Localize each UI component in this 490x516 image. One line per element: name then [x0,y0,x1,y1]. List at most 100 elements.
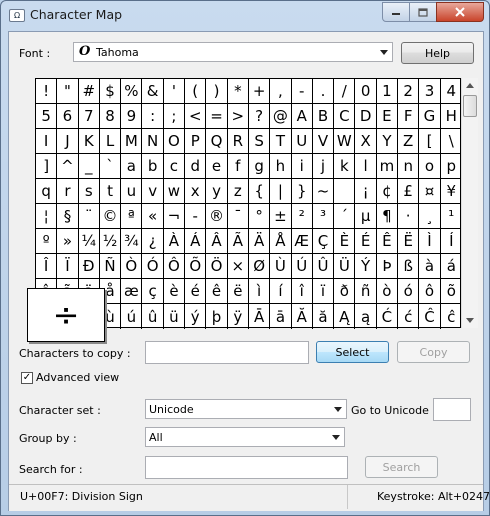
char-cell[interactable]: ă [313,304,335,329]
char-cell[interactable]: Á [185,229,207,254]
char-cell[interactable]: « [142,204,164,229]
char-cell[interactable]: Ê [376,229,399,254]
char-cell[interactable]: : [142,104,164,129]
char-cell[interactable]: U [291,129,313,154]
char-cell[interactable]: á [440,254,462,279]
char-cell[interactable]: ¸ [419,204,441,229]
char-cell[interactable]: Ć [377,304,399,329]
char-cell[interactable]: q [36,179,58,204]
char-cell[interactable]: ¬ [163,204,186,229]
char-cell[interactable]: K [78,129,100,154]
char-cell[interactable]: e [206,154,228,179]
char-cell[interactable]: [ [419,129,441,154]
char-cell[interactable]: ª [121,204,143,229]
characters-to-copy-input[interactable] [145,341,309,364]
char-cell[interactable]: Ă [292,304,313,329]
char-cell[interactable]: ā [270,304,292,329]
minimize-button[interactable] [382,2,410,22]
char-cell[interactable]: 3 [419,79,441,104]
char-cell[interactable]: ą [355,304,377,329]
char-cell[interactable]: » [57,229,79,254]
char-cell[interactable]: N [142,129,164,154]
char-cell[interactable]: Ö [206,254,228,279]
char-cell[interactable]: ! [36,79,58,104]
char-cell[interactable]: ¢ [376,179,399,204]
char-cell[interactable]: b [142,154,164,179]
char-cell[interactable]: ? [248,104,271,129]
char-cell[interactable]: è [163,279,186,304]
char-cell[interactable]: l [355,154,377,179]
close-button[interactable] [436,2,484,22]
char-cell[interactable]: _ [78,154,100,179]
char-cell[interactable]: X [355,129,377,154]
group-by-dropdown[interactable]: All [145,427,345,447]
char-cell[interactable]: ; [163,104,186,129]
char-cell[interactable]: ° [248,204,271,229]
char-cell[interactable]: ´ [334,204,356,229]
grid-scrollbar[interactable] [461,78,478,328]
char-cell[interactable]: g [248,154,271,179]
char-cell[interactable]: ñ [355,279,377,304]
char-cell[interactable]: Ù [270,254,292,279]
char-cell[interactable]: Æ [291,229,313,254]
char-cell[interactable]: ) [206,79,228,104]
char-cell[interactable]: " [57,79,79,104]
scroll-up-arrow[interactable] [466,83,474,88]
char-cell[interactable]: \ [440,129,462,154]
char-cell[interactable]: õ [440,279,462,304]
char-cell[interactable]: I [36,129,58,154]
char-cell[interactable]: u [121,179,143,204]
char-cell[interactable]: % [121,79,143,104]
search-button[interactable]: Search [365,456,438,478]
char-cell[interactable]: ¦ [36,204,58,229]
character-set-dropdown[interactable]: Unicode [145,399,347,419]
char-cell[interactable]: k [334,154,356,179]
char-cell[interactable]: Û [312,254,335,279]
char-cell[interactable]: ĉ [441,304,462,329]
char-cell[interactable]: V [312,129,335,154]
char-cell[interactable]: p [440,154,462,179]
char-cell[interactable]: Ã [227,229,249,254]
char-cell[interactable]: n [398,154,420,179]
help-button[interactable]: Help [401,42,474,64]
char-cell[interactable]: $ [99,79,122,104]
char-cell[interactable]: S [248,129,271,154]
char-cell[interactable]: h [270,154,292,179]
char-cell[interactable]: Â [206,229,228,254]
char-cell[interactable]: í [270,279,292,304]
char-cell[interactable]: ü [164,304,186,329]
advanced-view-checkbox[interactable]: ✓ [21,372,33,384]
char-cell[interactable]: * [227,79,249,104]
char-cell[interactable]: J [57,129,79,154]
char-cell[interactable]: T [270,129,292,154]
char-cell[interactable]: Ð [78,254,100,279]
char-cell[interactable]: ~ [312,179,335,204]
char-cell[interactable]: × [227,254,249,279]
char-cell[interactable]: ò [376,279,399,304]
char-cell[interactable]: ¤ [419,179,441,204]
char-cell[interactable]: ÿ [228,304,249,329]
char-cell[interactable]: ç [142,279,164,304]
char-cell[interactable]: Ô [163,254,186,279]
char-cell[interactable]: i [291,154,313,179]
char-cell[interactable]: { [248,179,271,204]
char-cell[interactable]: < [185,104,207,129]
char-cell[interactable]: ê [206,279,228,304]
char-cell[interactable]: s [78,179,100,204]
char-cell[interactable]: ® [206,204,228,229]
char-cell[interactable]: | [270,179,292,204]
char-cell[interactable]: f [227,154,249,179]
char-cell[interactable]: a [121,154,143,179]
char-cell[interactable]: ^ [57,154,79,179]
char-cell[interactable]: Ë [398,229,420,254]
char-cell[interactable]: ć [398,304,420,329]
char-cell[interactable]: o [419,154,441,179]
char-cell[interactable]: v [142,179,164,204]
char-cell[interactable]: 5 [36,104,58,129]
char-cell[interactable]: î [291,279,313,304]
char-cell[interactable]: 8 [99,104,122,129]
char-cell[interactable]: û [142,304,164,329]
char-cell[interactable]: W [334,129,356,154]
char-cell[interactable]: 2 [398,79,420,104]
char-cell[interactable]: ` [99,154,122,179]
